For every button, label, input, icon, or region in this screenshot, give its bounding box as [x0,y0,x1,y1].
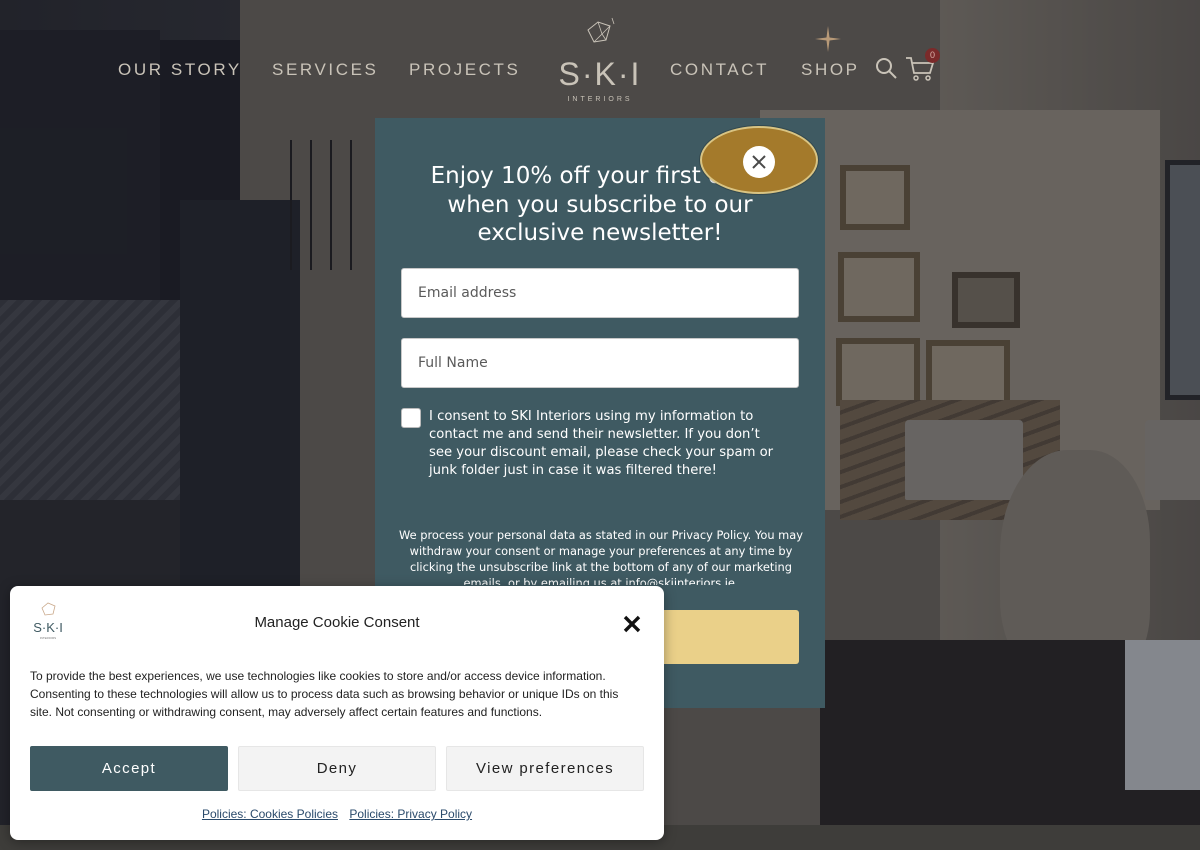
privacy-notice: We process your personal data as stated … [399,528,803,585]
privacy-policy-link[interactable]: Policies: Privacy Policy [349,807,472,821]
logo-tagline: INTERIORS [567,96,633,103]
view-preferences-button[interactable]: View preferences [446,746,644,791]
nav-contact[interactable]: CONTACT [670,60,769,80]
sparkle-icon [815,26,841,52]
cookie-description: To provide the best experiences, we use … [30,669,619,719]
newsletter-close-button[interactable] [700,126,818,194]
site-logo[interactable]: S·K·I INTERIORS [552,16,648,108]
cookies-policy-link[interactable]: Policies: Cookies Policies [202,807,338,821]
nav-services[interactable]: SERVICES [272,60,378,80]
consent-label: I consent to SKI Interiors using my info… [429,409,774,478]
cookie-logo-icon: S·K·I INTERIORS [33,602,63,640]
cookie-close-icon[interactable] [622,614,642,634]
logo-wordmark: S·K·I [558,56,642,92]
search-icon[interactable] [874,56,898,80]
cart-count-badge: 0 [925,48,940,63]
close-icon [743,146,775,178]
svg-text:INTERIORS: INTERIORS [40,636,56,640]
cookie-consent-banner: S·K·I INTERIORS Manage Cookie Consent To… [10,586,664,840]
svg-text:S·K·I: S·K·I [33,620,63,635]
nav-projects[interactable]: PROJECTS [409,60,520,80]
consent-checkbox[interactable] [401,408,421,428]
main-navigation: OUR STORY SERVICES PROJECTS S·K·I INTERI… [0,0,1200,120]
full-name-field[interactable] [401,338,799,388]
cookie-policy-links: Policies: Cookies Policies Policies: Pri… [10,807,664,821]
email-field[interactable] [401,268,799,318]
cookie-title: Manage Cookie Consent [254,614,420,631]
deny-button[interactable]: Deny [238,746,436,791]
nav-our-story[interactable]: OUR STORY [118,60,242,80]
logo-mark-icon [587,17,615,43]
consent-row: I consent to SKI Interiors using my info… [401,408,799,498]
nav-shop[interactable]: SHOP [801,60,860,80]
accept-button[interactable]: Accept [30,746,228,791]
